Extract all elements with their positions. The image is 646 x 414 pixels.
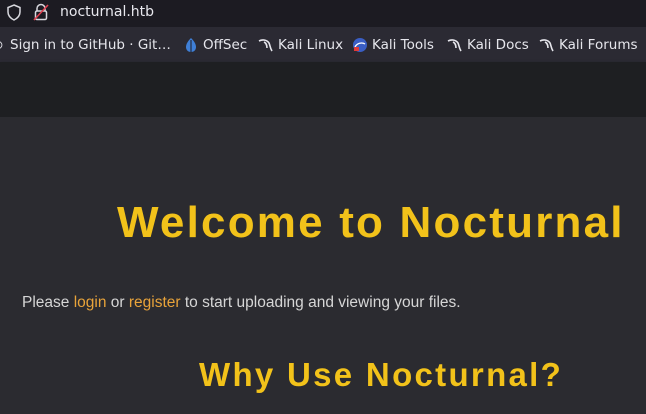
url-text[interactable]: nocturnal.htb — [60, 4, 154, 20]
kali-dragon-icon — [258, 39, 273, 52]
insecure-lock-icon[interactable] — [33, 3, 49, 21]
github-icon — [0, 41, 3, 49]
bookmark-kali-linux[interactable]: Kali Linux — [258, 36, 343, 54]
section-heading: Why Use Nocturnal? — [199, 356, 564, 393]
offsec-icon — [186, 38, 196, 52]
bookmark-offsec[interactable]: OffSec — [183, 36, 247, 54]
login-link[interactable]: login — [74, 294, 107, 311]
intro-prefix: Please — [22, 294, 74, 311]
bookmark-label: Kali Forums — [559, 37, 638, 53]
bookmark-label: Kali Tools — [372, 37, 434, 53]
page-title: Welcome to Nocturnal — [117, 198, 625, 247]
site-header-banner — [0, 62, 646, 117]
bookmark-github[interactable]: Sign in to GitHub · Git… — [0, 36, 171, 54]
bookmark-label: Kali Docs — [467, 37, 529, 53]
bookmark-kali-docs[interactable]: Kali Docs — [447, 36, 529, 54]
kali-tools-icon — [353, 38, 367, 52]
intro-or: or — [106, 294, 129, 311]
kali-dragon-icon — [447, 39, 462, 52]
register-link[interactable]: register — [129, 294, 181, 311]
bookmarks-toolbar: Sign in to GitHub · Git… OffSec Kali Lin… — [0, 27, 646, 63]
bookmark-kali-forums[interactable]: Kali Forums — [539, 36, 638, 54]
bookmark-label: Sign in to GitHub · Git… — [10, 37, 171, 53]
tracking-protection-shield-icon[interactable] — [6, 4, 22, 21]
kali-dragon-icon — [539, 39, 554, 52]
intro-text: Please login or register to start upload… — [22, 294, 461, 312]
bookmark-label: OffSec — [203, 37, 248, 53]
address-bar[interactable]: nocturnal.htb — [0, 0, 646, 27]
bookmark-label: Kali Linux — [278, 37, 344, 53]
intro-suffix: to start uploading and viewing your file… — [180, 294, 461, 311]
bookmark-kali-tools[interactable]: Kali Tools — [352, 36, 434, 54]
